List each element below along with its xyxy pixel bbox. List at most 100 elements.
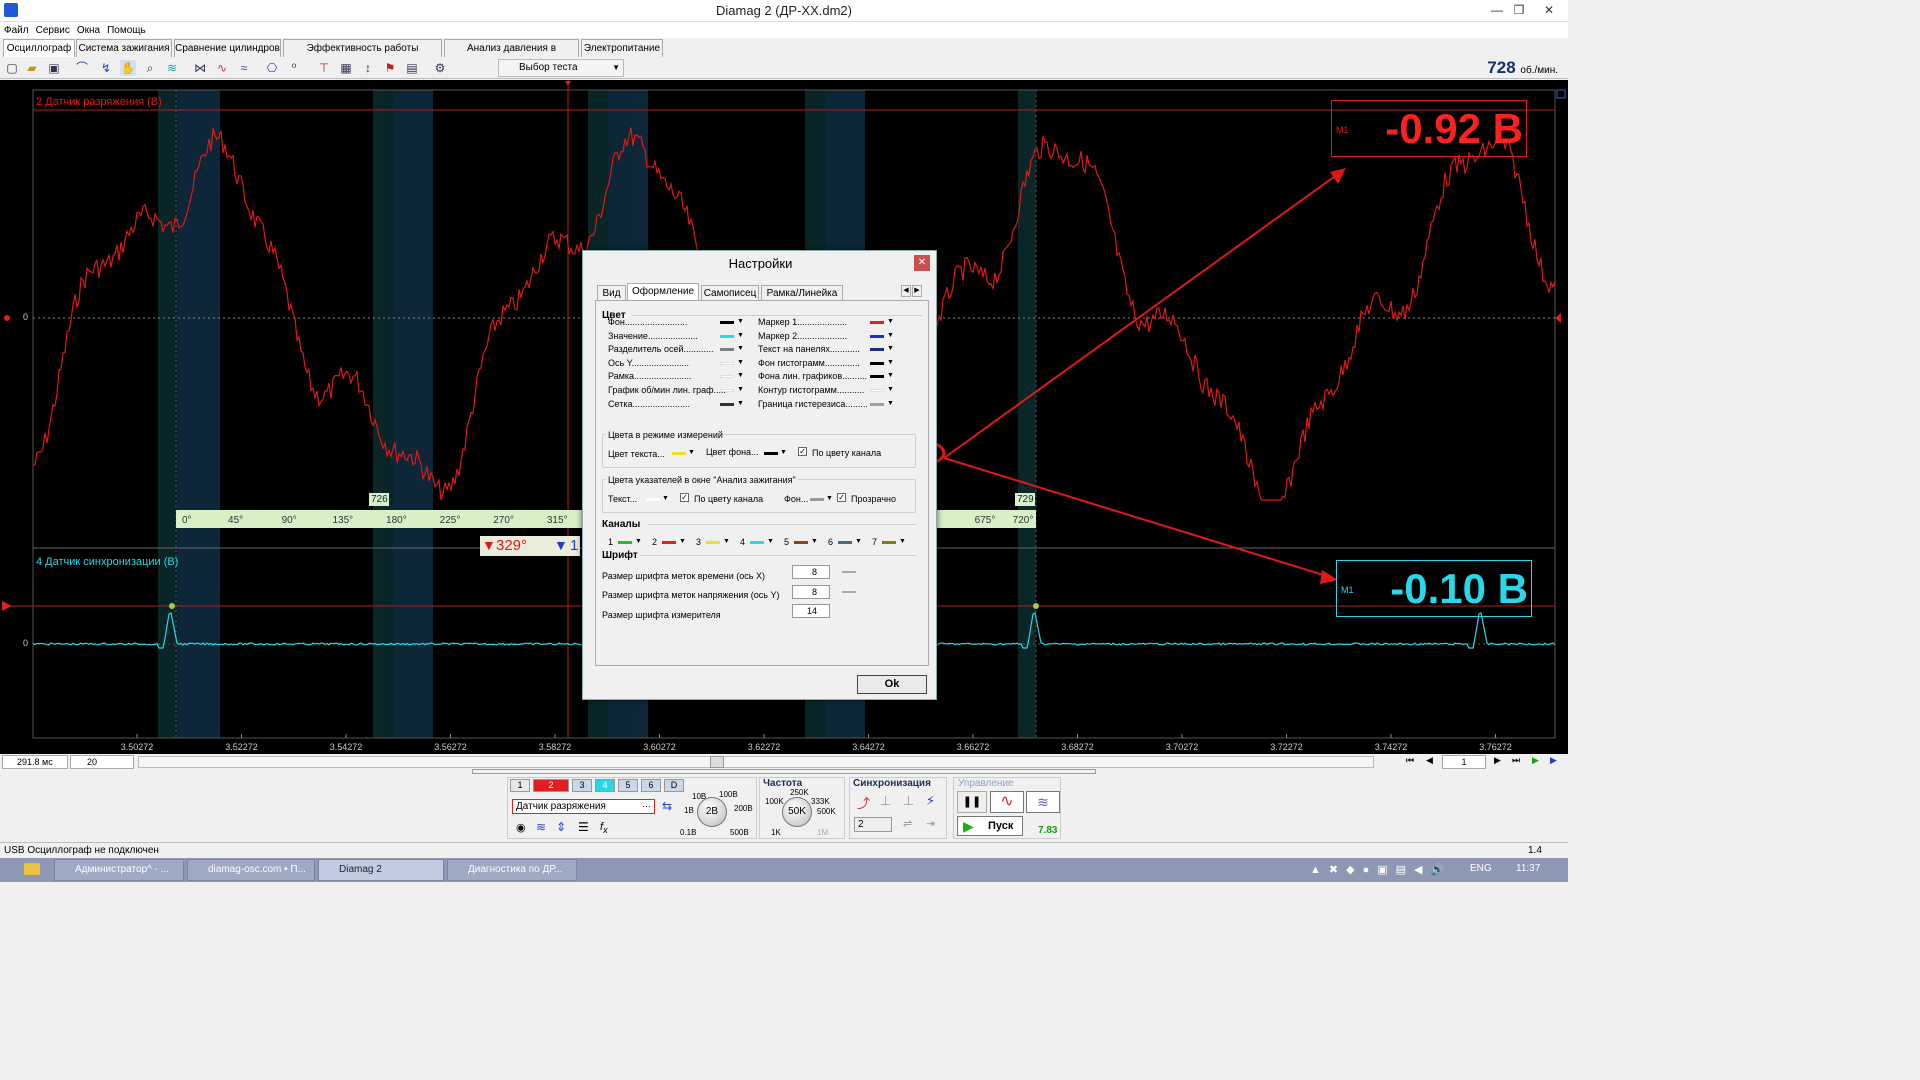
nav-first-icon[interactable]: ⏮ <box>1406 755 1414 766</box>
chevron-down-icon[interactable]: ▼ <box>887 318 894 325</box>
play-icon[interactable]: ▶ <box>1532 755 1539 766</box>
swap-icon[interactable]: ⇆ <box>662 799 672 813</box>
minimize-button[interactable]: — <box>1486 2 1508 18</box>
sensor-options-icon[interactable]: … <box>642 799 651 809</box>
scroll-top-icon[interactable] <box>1556 89 1566 99</box>
channel-button-1[interactable]: 1 <box>510 779 530 792</box>
color-right-swatch[interactable] <box>870 389 884 392</box>
hand-icon[interactable]: ✋ <box>120 60 136 76</box>
channel-color-swatch[interactable] <box>750 541 764 544</box>
channel-button-D[interactable]: D <box>664 779 684 792</box>
new-icon[interactable]: ▢ <box>4 60 20 76</box>
dialog-tab-design[interactable]: Оформление <box>627 283 699 301</box>
ok-button[interactable]: Ok <box>857 675 927 694</box>
scroll-thumb[interactable] <box>710 756 724 768</box>
channels-icon[interactable]: ≋ <box>164 60 180 76</box>
chevron-down-icon[interactable]: ▼ <box>811 538 818 545</box>
channel-color-swatch[interactable] <box>794 541 808 544</box>
tab-pressure-analysis[interactable]: Анализ давления в цилиндре <box>444 39 579 71</box>
color-right-swatch[interactable] <box>870 321 884 324</box>
pointer-bg-swatch[interactable] <box>810 498 824 501</box>
h-scrollbar[interactable] <box>138 756 1374 768</box>
tab-scroll-left[interactable]: ◀ <box>901 285 911 297</box>
zoom-select[interactable]: 20 <box>70 755 134 769</box>
channel-button-4[interactable]: 4 <box>595 779 615 792</box>
auto-icon[interactable]: ⎔ <box>264 60 280 76</box>
sync-auto-icon[interactable]: ⚡ <box>926 793 935 809</box>
channel-color-swatch[interactable] <box>662 541 676 544</box>
nav-next-icon[interactable]: ▶ <box>1494 755 1501 766</box>
font-y-spinner[interactable]: 8 <box>792 585 830 599</box>
chevron-down-icon[interactable]: ▼ <box>662 495 669 502</box>
trigger-marker[interactable] <box>2 601 12 611</box>
freq-knob-dial[interactable]: 50K <box>782 797 812 827</box>
folder-icon[interactable] <box>24 863 40 875</box>
task-browser[interactable]: diamag-osc.com • П... <box>187 859 315 881</box>
chevron-down-icon[interactable]: ▼ <box>723 538 730 545</box>
measure-text-swatch[interactable] <box>672 452 686 455</box>
tab-power[interactable]: Электропитание <box>581 39 663 57</box>
font-y-color[interactable] <box>842 591 856 593</box>
panel-splitter[interactable] <box>472 769 1096 774</box>
measure-bg-swatch[interactable] <box>764 452 778 455</box>
channel-color-swatch[interactable] <box>882 541 896 544</box>
page-field[interactable]: 1 <box>1442 755 1486 769</box>
ch2-offset-marker[interactable] <box>4 315 10 321</box>
color-left-swatch[interactable] <box>720 321 734 324</box>
chevron-down-icon[interactable]: ▼ <box>899 538 906 545</box>
channel-button-5[interactable]: 5 <box>618 779 638 792</box>
color-left-swatch[interactable] <box>720 402 734 406</box>
menu-windows[interactable]: Окна <box>73 22 103 36</box>
chevron-down-icon[interactable]: ▼ <box>737 345 744 352</box>
timebase-select[interactable]: 291.8 мс <box>2 755 68 769</box>
forward-icon[interactable]: ▶ <box>1550 755 1557 766</box>
sync-rise-icon[interactable]: ⤴ <box>857 793 870 812</box>
marker-icon[interactable]: ⊤ <box>316 60 332 76</box>
channel-button-2[interactable]: 2 <box>533 779 569 792</box>
color-right-swatch[interactable] <box>870 348 884 352</box>
tab-cylinder-efficiency[interactable]: Эффективность работы цилиндров <box>283 39 442 71</box>
chevron-down-icon[interactable]: ▼ <box>737 318 744 325</box>
channel-button-3[interactable]: 3 <box>572 779 592 792</box>
chevron-down-icon[interactable]: ▼ <box>887 345 894 352</box>
grid-lines-icon[interactable]: ☰ <box>578 820 589 834</box>
close-button[interactable]: ✕ <box>1538 2 1560 18</box>
channel-button-6[interactable]: 6 <box>641 779 661 792</box>
font-x-spinner[interactable]: 8 <box>792 565 830 579</box>
chevron-down-icon[interactable]: ▼ <box>826 495 833 502</box>
color-right-swatch[interactable] <box>870 361 884 365</box>
dialog-close-button[interactable]: ✕ <box>914 255 930 271</box>
pointer-text-swatch[interactable] <box>646 498 660 501</box>
color-left-swatch[interactable] <box>720 334 734 338</box>
tab-scroll-right[interactable]: ▶ <box>912 285 922 297</box>
task-pdf[interactable]: Диагностика по ДР... <box>447 859 577 881</box>
dialog-tab-recorder[interactable]: Самописец <box>701 285 759 301</box>
dialog-tab-view[interactable]: Вид <box>597 285 626 301</box>
color-left-swatch[interactable] <box>720 361 734 365</box>
sine-mode-button[interactable]: ∿ <box>990 791 1024 813</box>
color-right-swatch[interactable] <box>870 402 884 406</box>
doc-icon[interactable]: ▤ <box>404 60 420 76</box>
scale-icon[interactable]: ↕ <box>360 60 376 76</box>
chevron-down-icon[interactable]: ▼ <box>887 332 894 339</box>
tab-oscilloscope[interactable]: Осциллограф <box>3 39 75 58</box>
multi-mode-button[interactable]: ≋ <box>1026 791 1060 813</box>
color-left-swatch[interactable] <box>720 348 734 352</box>
flag-icon[interactable]: ⚑ <box>382 60 398 76</box>
transparent-checkbox[interactable]: ✓ <box>837 493 846 502</box>
wave-icon[interactable]: ≋ <box>536 820 546 834</box>
color-left-swatch[interactable] <box>720 375 734 379</box>
dialog-tab-frame[interactable]: Рамка/Линейка <box>761 285 843 301</box>
font-x-color[interactable] <box>842 571 856 573</box>
maximize-button[interactable]: ❐ <box>1508 2 1530 18</box>
save-icon[interactable]: ▣ <box>46 60 62 76</box>
menu-file[interactable]: Файл <box>0 22 32 36</box>
tray-lang[interactable]: ENG <box>1470 863 1492 874</box>
volt-knob-dial[interactable]: 2В <box>697 797 727 827</box>
zero-icon[interactable]: ⁰ <box>286 60 302 76</box>
font-meter-spinner[interactable]: 14 <box>792 604 830 618</box>
chevron-down-icon[interactable]: ▼ <box>780 449 787 456</box>
tab-cylinder-compare[interactable]: Сравнение цилиндров <box>174 39 281 57</box>
test-select[interactable]: Выбор теста ▼ <box>498 59 624 77</box>
fx-icon[interactable]: fx <box>600 821 608 835</box>
